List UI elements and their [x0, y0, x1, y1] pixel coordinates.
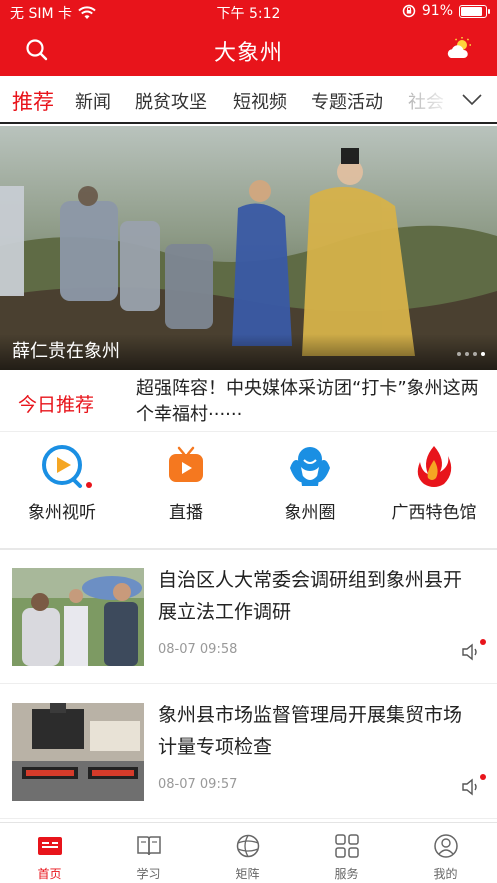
shortcut-live[interactable]: 直播 — [124, 442, 248, 523]
nav-label: 服务 — [334, 867, 359, 881]
shortcut-guangxi-pavilion[interactable]: 广西特色馆 — [372, 442, 496, 523]
news-headline: 自治区人大常委会调研组到象州县开展立法工作调研 — [158, 569, 463, 623]
shortcut-grid: 象州视听 直播 象州圈 广西特色馆 — [0, 432, 497, 548]
nav-label: 矩阵 — [235, 867, 260, 881]
news-date: 08-07 09:58 — [158, 642, 238, 657]
title-bar: 大象州 — [0, 24, 497, 76]
news-thumbnail — [12, 703, 144, 801]
carousel-dot[interactable] — [465, 352, 469, 356]
nav-home[interactable]: 首页 — [0, 833, 99, 882]
hero-banner[interactable]: 薛仁贵在象州 — [0, 126, 497, 370]
today-recommend[interactable]: 今日推荐 超强阵容！中央媒体采访团“打卡”象州这两个幸福村······ — [0, 370, 497, 432]
orientation-lock-icon — [402, 4, 416, 18]
tab-special-events[interactable]: 专题活动 — [311, 88, 383, 114]
tv-icon — [162, 442, 210, 490]
user-icon — [433, 834, 458, 858]
news-item[interactable]: 象州县市场监督管理局开展集贸市场计量专项检查 08-07 09:57 — [0, 685, 497, 819]
page-title: 大象州 — [213, 41, 283, 66]
home-icon — [37, 837, 62, 855]
bottom-nav: 首页 学习 矩阵 服务 我的 — [0, 822, 497, 883]
flame-icon — [410, 442, 458, 490]
nav-label: 我的 — [433, 867, 458, 881]
shortcut-label: 象州视听 — [28, 503, 96, 523]
nav-label: 学习 — [136, 867, 161, 881]
shortcut-label: 象州圈 — [284, 503, 336, 523]
notification-dot — [480, 774, 486, 780]
shortcut-xiangzhou-av[interactable]: 象州视听 — [0, 442, 124, 523]
news-date: 08-07 09:57 — [158, 777, 238, 792]
tab-recommend[interactable]: 推荐 — [12, 86, 54, 116]
globe-icon — [236, 834, 259, 858]
nav-label: 首页 — [37, 867, 62, 881]
speaker-icon[interactable] — [461, 639, 486, 662]
hero-caption: 薛仁贵在象州 — [12, 341, 120, 362]
people-icon — [286, 442, 334, 490]
news-item[interactable]: 自治区人大常委会调研组到象州县开展立法工作调研 08-07 09:58 — [0, 550, 497, 684]
tab-short-video[interactable]: 短视频 — [233, 88, 287, 114]
play-circle-icon — [38, 442, 92, 490]
grid-icon — [334, 834, 359, 858]
channel-tabs: 推荐 新闻 脱贫攻坚 短视频 专题活动 社会 — [0, 76, 497, 124]
shortcut-label: 广西特色馆 — [391, 503, 477, 523]
nav-study[interactable]: 学习 — [99, 833, 198, 882]
nav-matrix[interactable]: 矩阵 — [198, 833, 297, 882]
chevron-down-icon[interactable] — [461, 90, 483, 108]
news-headline: 象州县市场监督管理局开展集贸市场计量专项检查 — [158, 704, 463, 758]
today-recommend-label: 今日推荐 — [18, 394, 95, 416]
notification-dot — [480, 639, 486, 645]
news-thumbnail — [12, 568, 144, 666]
today-recommend-text[interactable]: 超强阵容！中央媒体采访团“打卡”象州这两个幸福村······ — [136, 376, 481, 428]
notification-dot — [86, 482, 92, 488]
battery-fill — [461, 6, 482, 16]
tab-poverty-alleviation[interactable]: 脱贫攻坚 — [135, 88, 207, 114]
shortcut-xiangzhou-circle[interactable]: 象州圈 — [248, 442, 372, 523]
battery-icon — [459, 4, 490, 18]
tab-news[interactable]: 新闻 — [75, 88, 111, 114]
nav-profile[interactable]: 我的 — [396, 833, 495, 882]
shortcut-label: 直播 — [169, 503, 203, 523]
weather-icon[interactable] — [445, 36, 473, 62]
status-bar: 无 SIM 卡 下午 5:12 91% — [0, 0, 497, 24]
carousel-dot[interactable] — [457, 352, 461, 356]
speaker-icon[interactable] — [461, 774, 486, 797]
battery-percent: 91% — [421, 3, 453, 19]
top-bar: 无 SIM 卡 下午 5:12 91% 大象州 — [0, 0, 497, 76]
hero-caption-bar: 薛仁贵在象州 — [0, 334, 497, 370]
tabs-fade — [411, 76, 457, 122]
carousel-dot[interactable] — [481, 352, 485, 356]
carousel-dot[interactable] — [473, 352, 477, 356]
nav-services[interactable]: 服务 — [297, 833, 396, 882]
carousel-dots — [457, 352, 485, 356]
book-icon — [136, 836, 161, 856]
